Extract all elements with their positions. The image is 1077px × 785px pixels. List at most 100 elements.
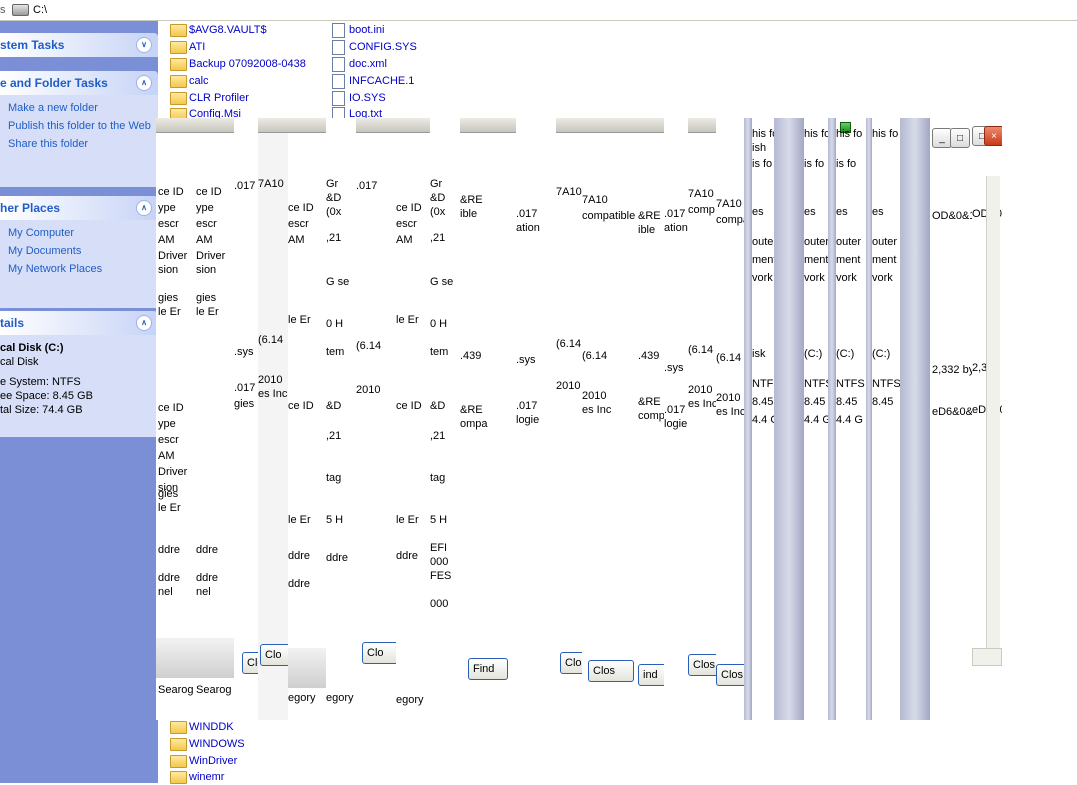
close-button[interactable]: Clos [560, 652, 582, 674]
fragment-text: ompa [460, 418, 488, 430]
list-item[interactable]: INFCACHE.1 [332, 73, 414, 89]
file-name: doc.xml [349, 58, 387, 70]
dialog-fragment: 7A10 comp (6.14 2010 es Inc Clos [688, 118, 717, 720]
fragment-text: ce ID [196, 186, 222, 198]
chevron-down-icon[interactable]: ∨ [136, 37, 152, 53]
fragment-text: escr [158, 434, 179, 446]
fragment-text: is fo [804, 158, 825, 170]
list-item[interactable]: calc [170, 73, 209, 89]
fragment-text: NTFS [836, 378, 865, 390]
fragment-text: comp [688, 204, 715, 216]
share-folder-link[interactable]: Share this folder [0, 135, 158, 153]
fragment-text: .017 [516, 208, 538, 220]
folder-icon [170, 40, 187, 54]
folder-icon [170, 57, 187, 71]
dialog-fragment: .017 .sys .017 gies Clo [234, 118, 259, 720]
find-button[interactable]: Find [468, 658, 508, 680]
file-name: IO.SYS [349, 92, 386, 104]
minimize-button[interactable]: _ [932, 128, 952, 148]
list-item[interactable]: boot.ini [332, 22, 384, 38]
horizontal-scrollbar[interactable] [972, 648, 1002, 666]
close-button[interactable]: Clo [362, 642, 396, 664]
close-button[interactable]: Clo [242, 652, 258, 674]
fragment-text: .017 [664, 208, 686, 220]
fragment-text: is fo [836, 158, 857, 170]
dialog-fragment: his fo es outer ment vork (C:) NTFS 8.45 [872, 118, 901, 720]
list-item[interactable]: WINDDK [170, 719, 234, 735]
list-item[interactable]: WINDOWS [170, 736, 245, 752]
list-item[interactable]: IO.SYS [332, 90, 386, 106]
fragment-text: .017 [664, 404, 686, 416]
fragment-text: 7A10 [582, 194, 608, 206]
vertical-scrollbar[interactable] [986, 176, 1000, 654]
fragment-text: sion [196, 264, 217, 276]
other-places-title: her Places [0, 201, 61, 215]
close-button[interactable]: Clos [716, 664, 744, 686]
my-computer-link[interactable]: My Computer [0, 224, 158, 242]
fragment-text: ce ID [158, 186, 184, 198]
folder-icon [170, 754, 187, 768]
file-name: $AVG8.VAULT$ [189, 24, 267, 36]
file-folder-tasks-header[interactable]: e and Folder Tasks ∧ [0, 71, 158, 95]
maximize-button[interactable]: □ [950, 128, 970, 148]
list-item[interactable]: doc.xml [332, 56, 387, 72]
fragment-text: 2010 [356, 384, 381, 396]
fragment-text: 2010 [258, 374, 283, 386]
fragment-text: tag [430, 472, 446, 484]
dialog-titlebar [396, 118, 430, 133]
dialog-fragment: 7A10 (6.14 2010 Clos [556, 118, 583, 720]
close-button[interactable]: Clos [688, 654, 716, 676]
fragment-text: es [804, 206, 816, 218]
list-item[interactable]: CONFIG.SYS [332, 39, 417, 55]
fragment-text: 2010 [716, 392, 741, 404]
details-type: cal Disk [0, 356, 39, 368]
file-name: INFCACHE.1 [349, 75, 415, 87]
system-tasks-header[interactable]: stem Tasks ∨ [0, 33, 158, 57]
dialog-titlebar [258, 118, 288, 133]
close-button[interactable]: Clo [260, 644, 288, 666]
list-item[interactable]: Backup 07092008-0438 [170, 56, 306, 72]
fragment-text: ddre [288, 578, 311, 590]
chevron-up-icon[interactable]: ∧ [136, 75, 152, 91]
my-documents-link[interactable]: My Documents [0, 242, 158, 260]
chevron-up-icon[interactable]: ∧ [136, 200, 152, 216]
fragment-text: (C:) [872, 348, 891, 360]
find-button[interactable]: ind [638, 664, 664, 686]
my-network-places-link[interactable]: My Network Places [0, 260, 158, 278]
fragment-text: ment [836, 254, 861, 266]
details-total-size: tal Size: 74.4 GB [0, 404, 83, 416]
close-icon[interactable]: × [984, 126, 1002, 146]
address-stub: s [0, 4, 6, 16]
other-places-header[interactable]: her Places ∧ [0, 196, 158, 220]
fragment-text: tem [326, 346, 345, 358]
list-item[interactable]: ATI [170, 39, 205, 55]
list-item[interactable]: $AVG8.VAULT$ [170, 22, 267, 38]
document-icon [332, 22, 345, 38]
close-button[interactable]: Clos [588, 660, 634, 682]
system-tasks-title: stem Tasks [0, 38, 65, 52]
list-item[interactable]: CLR Profiler [170, 90, 249, 106]
dialog-titlebar [196, 118, 234, 133]
fragment-text: G se [430, 276, 454, 288]
publish-folder-link[interactable]: Publish this folder to the Web [0, 117, 158, 135]
make-new-folder-link[interactable]: Make a new folder [0, 99, 158, 117]
list-item[interactable]: WinDriver [170, 753, 237, 769]
fragment-text: tem [430, 346, 449, 358]
fragment-text: le Er [396, 514, 419, 526]
fragment-text: &RE [460, 194, 483, 206]
fragment-text: .017 [356, 180, 378, 192]
address-path[interactable]: C:\ [33, 4, 47, 16]
fragment-text: (6.14 [582, 350, 608, 362]
address-bar[interactable]: s C:\ [0, 0, 1077, 21]
fragment-text: Gr [326, 178, 339, 190]
chevron-up-icon[interactable]: ∧ [136, 315, 152, 331]
fragment-text: G se [326, 276, 350, 288]
fragment-text: 7A10 [556, 186, 582, 198]
folder-icon [170, 737, 187, 751]
document-icon [332, 73, 345, 89]
details-header[interactable]: tails ∧ [0, 311, 158, 335]
fragment-text: .017 [234, 180, 256, 192]
fragment-text: 2010 [582, 390, 607, 402]
fragment-text: ible [638, 224, 656, 236]
glitched-window-stack: ce ID ype escr AM Driver sion gies le Er… [156, 118, 1002, 720]
